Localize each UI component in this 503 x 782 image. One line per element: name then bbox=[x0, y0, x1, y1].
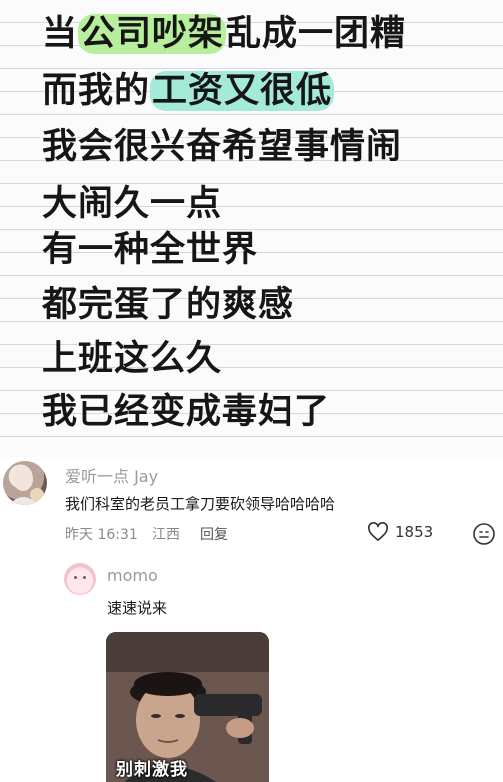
comment-time: 昨天 16:31 bbox=[65, 527, 138, 543]
avatar-momo[interactable] bbox=[64, 563, 96, 595]
avatar-photo-icon bbox=[9, 467, 44, 505]
reply-button[interactable]: 回复 bbox=[200, 524, 228, 544]
comment-location: 江西 bbox=[152, 527, 180, 543]
avatar-jay[interactable] bbox=[3, 461, 47, 505]
reply-username[interactable]: momo bbox=[107, 566, 158, 585]
heart-outline-icon bbox=[368, 522, 388, 541]
post-image: 当公司吵架乱成一团糟 而我的工资又很低 我会很兴奋希望事情闹 大闹久一点 有一种… bbox=[0, 0, 503, 457]
post-line-1: 当公司吵架乱成一团糟 bbox=[42, 14, 407, 54]
like-count: 1853 bbox=[395, 523, 434, 541]
reply-text: 速速说来 bbox=[107, 599, 168, 617]
momo-face-icon bbox=[73, 576, 87, 582]
comment-username[interactable]: 爱听一点 Jay bbox=[65, 463, 158, 487]
post-line-5: 有一种全世界 bbox=[42, 230, 259, 270]
post-line-6: 都完蛋了的爽感 bbox=[42, 285, 295, 325]
meme-caption: 别刺激我 bbox=[116, 760, 188, 780]
highlight-company-quarrel: 公司吵架 bbox=[78, 14, 227, 54]
smiley-icon[interactable] bbox=[472, 522, 496, 546]
post-line-3: 我会很兴奋希望事情闹 bbox=[42, 127, 403, 167]
post-line-2: 而我的工资又很低 bbox=[42, 71, 335, 111]
post-line-7: 上班这么久 bbox=[42, 339, 223, 379]
post-line-4: 大闹久一点 bbox=[42, 184, 223, 224]
reply-image[interactable]: 别刺激我 bbox=[106, 632, 269, 782]
post-line-8: 我已经变成毒妇了 bbox=[42, 392, 331, 432]
like-button[interactable]: 1853 bbox=[367, 522, 433, 542]
highlight-low-salary: 工资又很低 bbox=[150, 71, 335, 111]
comment-text: 我们科室的老员工拿刀要砍领导哈哈哈哈 bbox=[65, 495, 336, 513]
